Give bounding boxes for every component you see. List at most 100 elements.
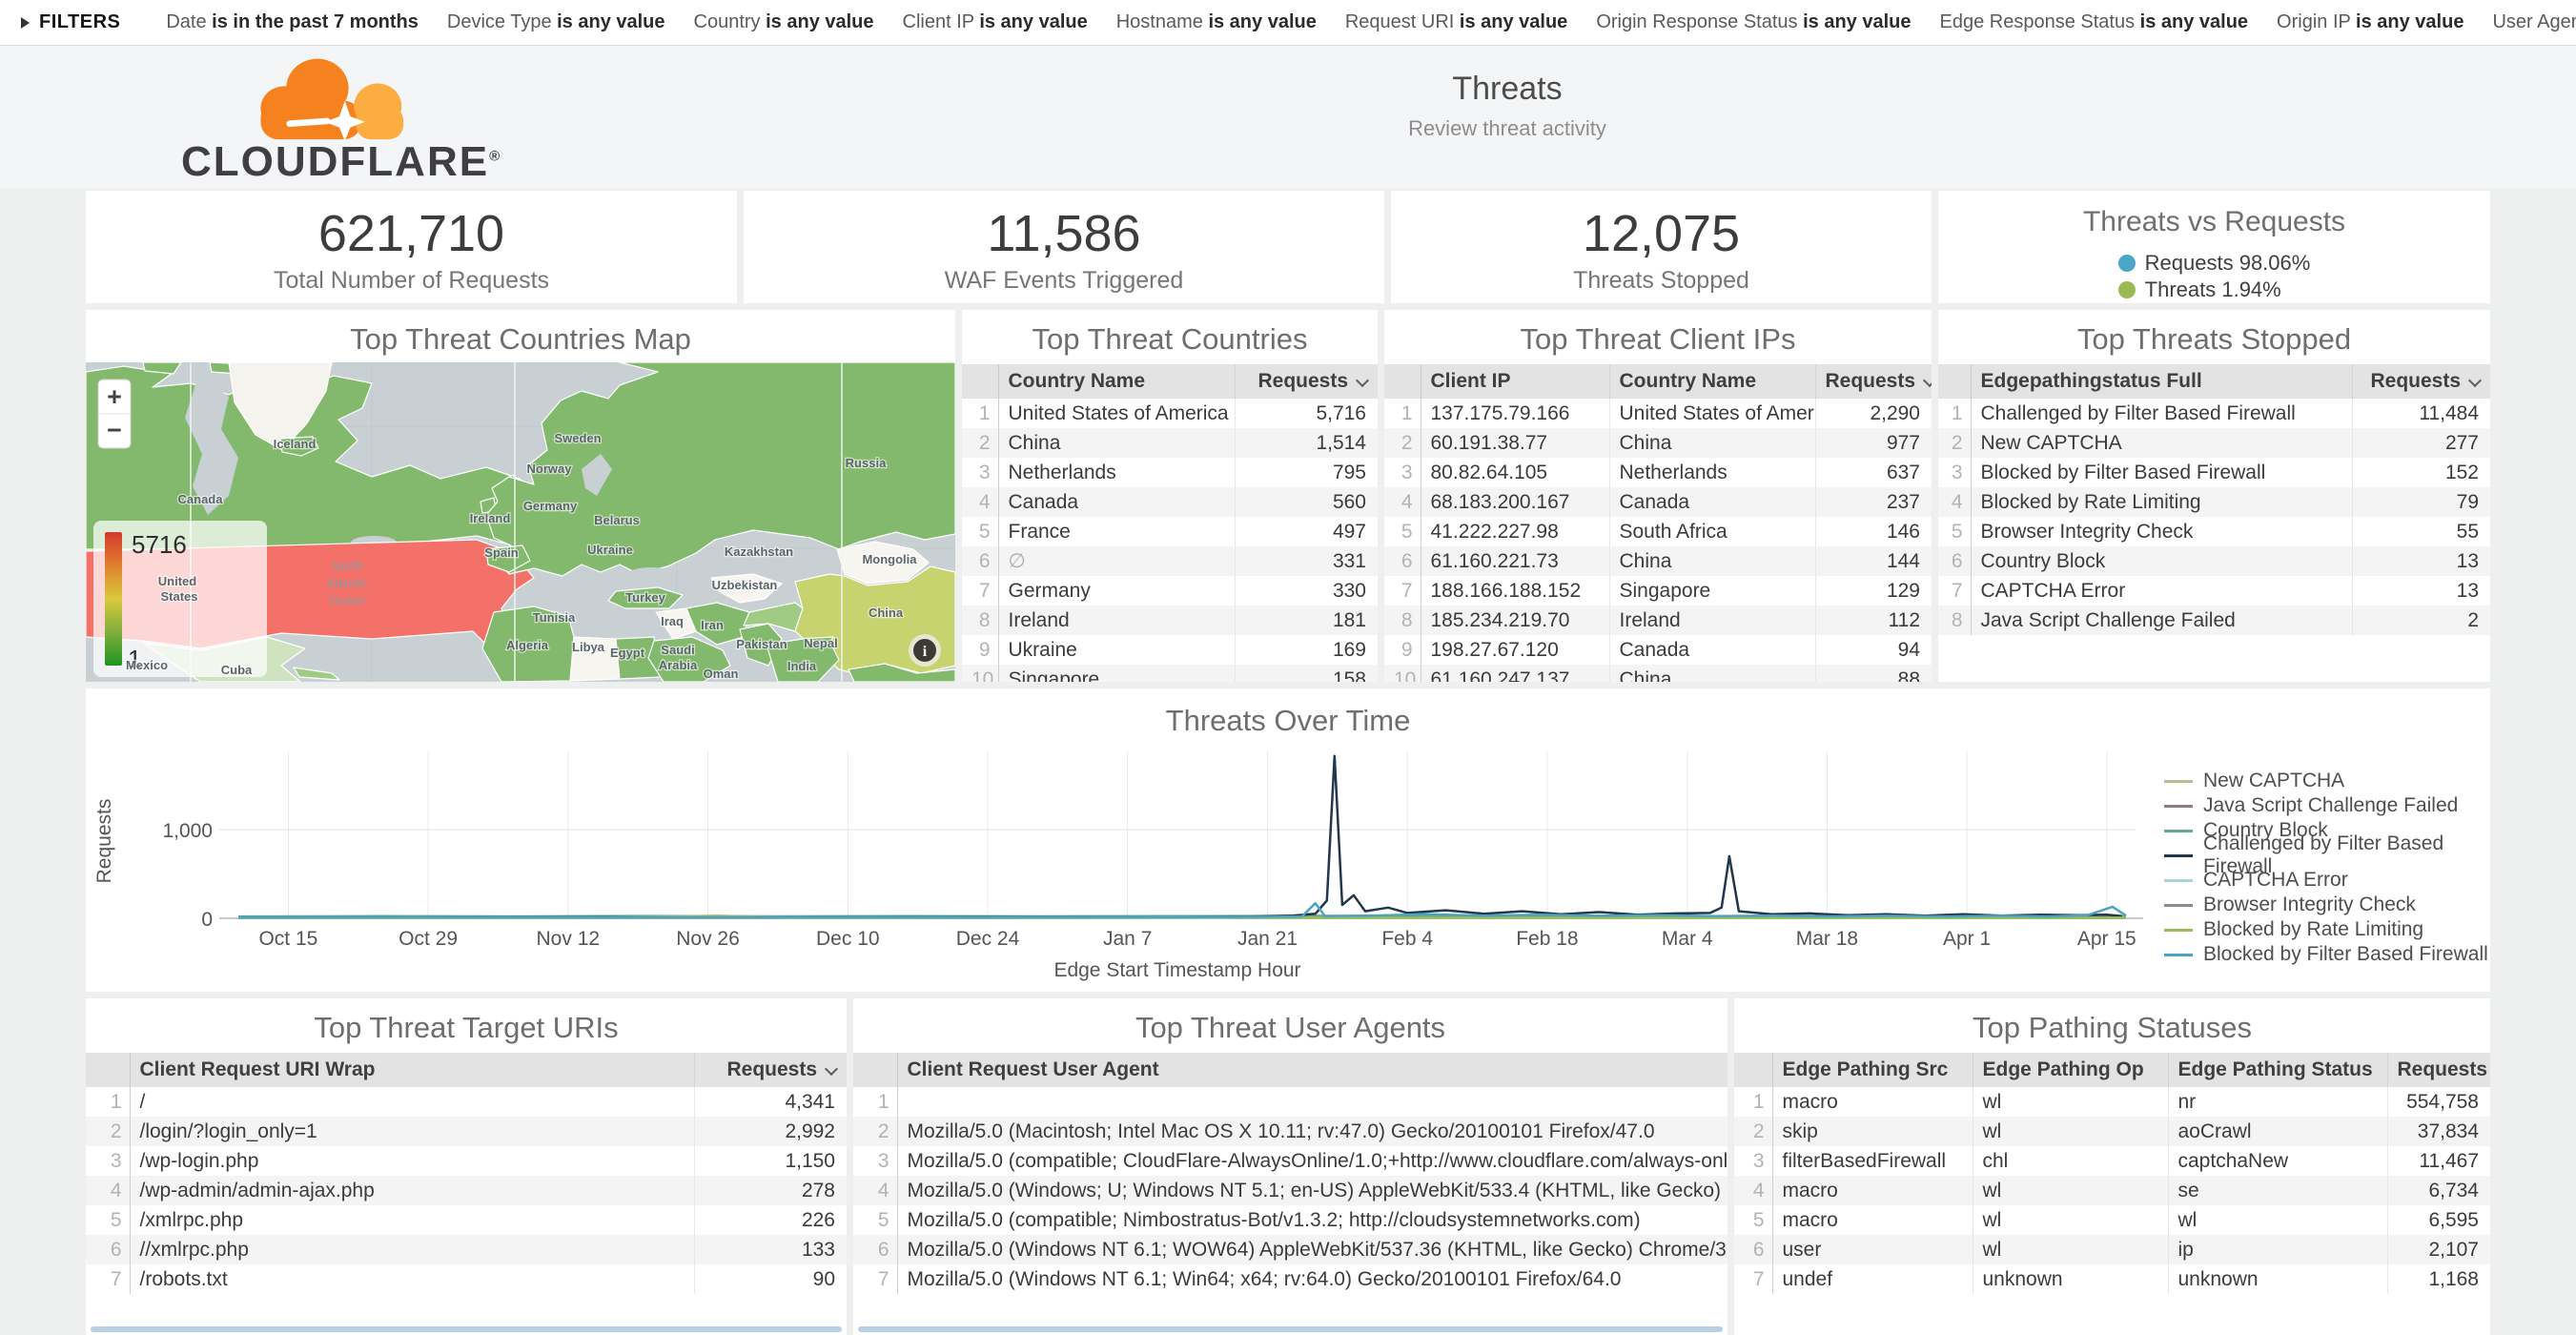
chart-legend-item[interactable]: Challenged by Filter Based Firewall bbox=[2164, 843, 2490, 868]
column-header-requests[interactable]: Requests bbox=[2387, 1053, 2490, 1087]
table-cell[interactable]: Country Block bbox=[1971, 546, 2352, 576]
table-cell[interactable]: France bbox=[998, 517, 1235, 546]
table-cell[interactable]: skip bbox=[1772, 1117, 1973, 1146]
zoom-in-button[interactable]: + bbox=[107, 382, 122, 411]
filter-item-request-uri[interactable]: Request URI is any value bbox=[1345, 11, 1567, 33]
table-cell[interactable]: 198.27.67.120 bbox=[1421, 635, 1609, 665]
horizontal-scrollbar[interactable] bbox=[91, 1326, 842, 1332]
table-cell[interactable]: 144 bbox=[1815, 546, 1932, 576]
table-cell[interactable]: se bbox=[2168, 1176, 2387, 1205]
table-cell[interactable]: 2,992 bbox=[694, 1117, 847, 1146]
table-cell[interactable]: China bbox=[1609, 665, 1815, 682]
table-cell[interactable]: /robots.txt bbox=[130, 1264, 694, 1294]
table-cell[interactable]: Blocked by Rate Limiting bbox=[1971, 487, 2352, 517]
table-cell[interactable]: 237 bbox=[1815, 487, 1932, 517]
chart-legend-item[interactable]: Blocked by Rate Limiting bbox=[2164, 917, 2490, 942]
table-cell[interactable]: 2 bbox=[2352, 606, 2490, 635]
table-cell[interactable]: 497 bbox=[1235, 517, 1378, 546]
table-cell[interactable]: wl bbox=[1973, 1205, 2168, 1235]
table-cell[interactable]: wl bbox=[1973, 1176, 2168, 1205]
table-cell[interactable]: 185.234.219.70 bbox=[1421, 606, 1609, 635]
table-cell[interactable]: 6,595 bbox=[2387, 1205, 2490, 1235]
zoom-out-button[interactable]: − bbox=[107, 416, 122, 444]
table-cell[interactable]: chl bbox=[1973, 1146, 2168, 1176]
table-cell[interactable]: 112 bbox=[1815, 606, 1932, 635]
table-cell[interactable]: 2,290 bbox=[1815, 399, 1932, 428]
table-cell[interactable]: 1,168 bbox=[2387, 1264, 2490, 1294]
filter-item-client-ip[interactable]: Client IP is any value bbox=[903, 11, 1088, 33]
table-cell[interactable]: 80.82.64.105 bbox=[1421, 458, 1609, 487]
table-cell[interactable]: 11,467 bbox=[2387, 1146, 2490, 1176]
filter-item-date[interactable]: Date is in the past 7 months bbox=[166, 11, 419, 33]
table-cell[interactable]: 977 bbox=[1815, 428, 1932, 458]
table-cell[interactable]: nr bbox=[2168, 1087, 2387, 1117]
table-cell[interactable]: China bbox=[998, 428, 1235, 458]
table-cell[interactable] bbox=[897, 1087, 1728, 1117]
table-cell[interactable]: wl bbox=[1973, 1117, 2168, 1146]
table-cell[interactable]: Netherlands bbox=[998, 458, 1235, 487]
column-header-requests[interactable]: Requests bbox=[2352, 364, 2490, 399]
table-cell[interactable]: Ukraine bbox=[998, 635, 1235, 665]
table-cell[interactable]: Ireland bbox=[1609, 606, 1815, 635]
table-cell[interactable]: 1,150 bbox=[694, 1146, 847, 1176]
legend-item-requests[interactable]: Requests 98.06% bbox=[2118, 250, 2311, 277]
table-cell[interactable]: New CAPTCHA bbox=[1971, 428, 2352, 458]
table-cell[interactable]: United States of America bbox=[1609, 399, 1815, 428]
table-cell[interactable]: Ireland bbox=[998, 606, 1235, 635]
table-cell[interactable]: wl bbox=[1973, 1087, 2168, 1117]
table-cell[interactable]: /wp-login.php bbox=[130, 1146, 694, 1176]
table-cell[interactable]: 4,341 bbox=[694, 1087, 847, 1117]
table-cell[interactable]: 158 bbox=[1235, 665, 1378, 682]
table-cell[interactable]: 60.191.38.77 bbox=[1421, 428, 1609, 458]
table-cell[interactable]: ∅ bbox=[998, 546, 1235, 576]
filters-toggle[interactable]: FILTERS bbox=[21, 11, 120, 33]
table-cell[interactable]: Mozilla/5.0 (compatible; CloudFlare-Alwa… bbox=[897, 1146, 1728, 1176]
table-cell[interactable]: /wp-admin/admin-ajax.php bbox=[130, 1176, 694, 1205]
table-cell[interactable]: China bbox=[1609, 546, 1815, 576]
table-cell[interactable]: 554,758 bbox=[2387, 1087, 2490, 1117]
table-cell[interactable]: 90 bbox=[694, 1264, 847, 1294]
column-header-requests[interactable]: Requests bbox=[1815, 364, 1932, 399]
filter-item-device-type[interactable]: Device Type is any value bbox=[447, 11, 665, 33]
table-cell[interactable]: 278 bbox=[694, 1176, 847, 1205]
table-cell[interactable]: Mozilla/5.0 (Macintosh; Intel Mac OS X 1… bbox=[897, 1117, 1728, 1146]
table-cell[interactable]: Canada bbox=[998, 487, 1235, 517]
table-cell[interactable]: Germany bbox=[998, 576, 1235, 606]
table-cell[interactable]: 41.222.227.98 bbox=[1421, 517, 1609, 546]
chart-legend-item[interactable]: New CAPTCHA bbox=[2164, 769, 2490, 793]
table-cell[interactable]: user bbox=[1772, 1235, 1973, 1264]
table-cell[interactable]: 146 bbox=[1815, 517, 1932, 546]
table-cell[interactable]: Mozilla/5.0 (Windows NT 6.1; Win64; x64;… bbox=[897, 1264, 1728, 1294]
table-cell[interactable]: Browser Integrity Check bbox=[1971, 517, 2352, 546]
table-cell[interactable]: 68.183.200.167 bbox=[1421, 487, 1609, 517]
filter-item-origin-ip[interactable]: Origin IP is any value bbox=[2277, 11, 2464, 33]
filter-item-user-agent[interactable]: User Agent is any value bbox=[2492, 11, 2576, 33]
table-cell[interactable]: Blocked by Filter Based Firewall bbox=[1971, 458, 2352, 487]
table-cell[interactable]: United States of America bbox=[998, 399, 1235, 428]
table-cell[interactable]: //xmlrpc.php bbox=[130, 1235, 694, 1264]
table-cell[interactable]: Challenged by Filter Based Firewall bbox=[1971, 399, 2352, 428]
table-cell[interactable]: 137.175.79.166 bbox=[1421, 399, 1609, 428]
table-cell[interactable]: ip bbox=[2168, 1235, 2387, 1264]
table-cell[interactable]: macro bbox=[1772, 1205, 1973, 1235]
table-cell[interactable]: /xmlrpc.php bbox=[130, 1205, 694, 1235]
table-cell[interactable]: Mozilla/5.0 (Windows NT 6.1; WOW64) Appl… bbox=[897, 1235, 1728, 1264]
table-cell[interactable]: 133 bbox=[694, 1235, 847, 1264]
map-info-button[interactable]: i bbox=[909, 634, 941, 667]
table-cell[interactable]: 6,734 bbox=[2387, 1176, 2490, 1205]
table-cell[interactable]: 226 bbox=[694, 1205, 847, 1235]
table-cell[interactable]: Canada bbox=[1609, 635, 1815, 665]
table-cell[interactable]: 94 bbox=[1815, 635, 1932, 665]
table-cell[interactable]: 277 bbox=[2352, 428, 2490, 458]
filter-item-country[interactable]: Country is any value bbox=[694, 11, 874, 33]
table-cell[interactable]: South Africa bbox=[1609, 517, 1815, 546]
table-cell[interactable]: Netherlands bbox=[1609, 458, 1815, 487]
table-cell[interactable]: unknown bbox=[1973, 1264, 2168, 1294]
filter-item-hostname[interactable]: Hostname is any value bbox=[1116, 11, 1317, 33]
legend-item-threats[interactable]: Threats 1.94% bbox=[2118, 277, 2311, 303]
table-cell[interactable]: 169 bbox=[1235, 635, 1378, 665]
table-cell[interactable]: Mozilla/5.0 (compatible; Nimbostratus-Bo… bbox=[897, 1205, 1728, 1235]
column-header-requests[interactable]: Requests bbox=[694, 1053, 847, 1087]
table-cell[interactable]: 129 bbox=[1815, 576, 1932, 606]
table-cell[interactable]: undef bbox=[1772, 1264, 1973, 1294]
